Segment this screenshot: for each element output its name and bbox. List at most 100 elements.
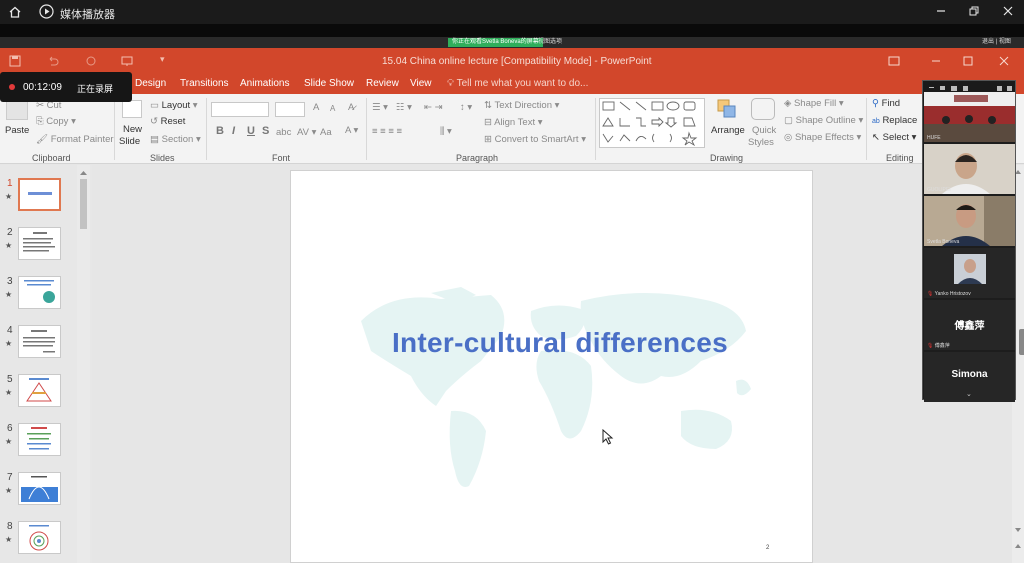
shape-fill-button[interactable]: ◈ Shape Fill ▾ [784, 98, 844, 109]
strikethrough-icon[interactable]: abc [276, 127, 291, 138]
shape-outline-button[interactable]: ▢ Shape Outline ▾ [784, 115, 863, 126]
slide-thumbnail[interactable]: 3 ★ [0, 276, 78, 320]
participant-tile[interactable]: Svetla Boneva [924, 196, 1015, 246]
animation-star-icon: ★ [5, 388, 13, 397]
slide-thumbnail[interactable]: 6 ★ [0, 423, 78, 467]
slide-thumbnail[interactable]: 5 ★ [0, 374, 78, 418]
change-case-button[interactable]: Aa [320, 127, 332, 138]
arrange-button[interactable]: Arrange [711, 125, 745, 136]
ppt-close-icon[interactable] [998, 55, 1010, 67]
view-options-button[interactable]: 视图选项 [538, 38, 562, 47]
columns-icon[interactable]: ⫼ ▾ [440, 126, 452, 137]
quick-styles-button[interactable]: Quick [752, 125, 776, 136]
redo-icon[interactable] [84, 54, 98, 68]
ppt-restore-icon[interactable] [962, 55, 974, 67]
line-spacing-icon[interactable]: ↕ ▾ [460, 102, 472, 113]
ppt-minimize-icon[interactable] [930, 55, 942, 67]
clear-formatting-icon[interactable]: A̷ [348, 102, 354, 113]
slide-thumbnail[interactable]: 2 ★ [0, 227, 78, 271]
slide-thumbnail[interactable]: 7 ★ [0, 472, 78, 516]
indent-icons[interactable]: ⇤ ⇥ [424, 102, 443, 113]
drawing-group-label: Drawing [710, 153, 744, 163]
shapes-gallery[interactable] [599, 98, 705, 148]
char-spacing-icon[interactable]: AV ▾ [297, 127, 316, 138]
find-button[interactable]: ⚲ Find [872, 98, 900, 109]
shrink-font-button[interactable]: A [330, 104, 335, 113]
shape-effects-button[interactable]: ◎ Shape Effects ▾ [784, 132, 861, 143]
underline-button[interactable]: U [247, 125, 255, 137]
arrange-icon[interactable] [716, 98, 738, 120]
bold-button[interactable]: B [216, 125, 224, 137]
slide-thumbnail[interactable]: 8 ★ [0, 521, 78, 563]
current-slide[interactable]: Inter-cultural differences 2 [290, 170, 813, 563]
tab-design[interactable]: Design [135, 78, 166, 89]
panel-collapse-handle[interactable] [1019, 329, 1024, 355]
participant-tile[interactable]: 傅鑫萍 🎙︎ 傅鑫萍 [924, 300, 1015, 350]
slides-group-label: Slides [150, 153, 175, 163]
tab-view[interactable]: View [410, 78, 432, 89]
restore-icon[interactable] [967, 4, 981, 18]
quick-styles-icon[interactable] [751, 98, 775, 120]
grow-font-button[interactable]: A [313, 102, 319, 113]
participant-name: HUFE [927, 135, 941, 141]
slide-thumbnail[interactable]: 1 ★ [0, 178, 78, 222]
new-slide-button-2[interactable]: Slide [119, 136, 140, 147]
italic-button[interactable]: I [232, 125, 235, 137]
copy-button[interactable]: ⎘ Copy ▾ [36, 116, 76, 127]
home-icon[interactable] [8, 5, 22, 19]
media-player-title: 媒体播放器 [60, 9, 115, 21]
font-group-label: Font [272, 153, 291, 163]
section-button[interactable]: ▤ Section ▾ [150, 134, 201, 145]
tab-animations[interactable]: Animations [240, 78, 289, 89]
editing-group-label: Editing [886, 153, 914, 163]
select-icon: ↖ [872, 132, 880, 143]
slide-title[interactable]: Inter-cultural differences [291, 327, 829, 359]
participant-tile[interactable]: 🎙︎ Yanko Hristozov [924, 248, 1015, 298]
thumbnails-scrollbar[interactable] [77, 165, 90, 563]
chevron-down-icon[interactable]: ⌄ [966, 390, 972, 398]
font-color-icon[interactable]: A ▾ [345, 125, 358, 136]
align-icons[interactable]: ≡ ≡ ≡ ≡ [372, 126, 402, 137]
participant-display-name: 傅鑫萍 [954, 321, 985, 332]
close-icon[interactable] [1001, 4, 1015, 18]
participant-tile[interactable]: HUFE [924, 92, 1015, 142]
clipboard-group-label: Clipboard [32, 153, 71, 163]
convert-smartart-button[interactable]: ⊞ Convert to SmartArt ▾ [484, 134, 586, 145]
participants-panel-controls[interactable] [923, 81, 1015, 92]
group-divider [595, 98, 596, 160]
start-from-beginning-icon[interactable] [120, 54, 134, 68]
scrollbar-thumb[interactable] [80, 179, 87, 229]
tab-transitions[interactable]: Transitions [180, 78, 229, 89]
slide-thumbnail[interactable]: 4 ★ [0, 325, 78, 369]
align-text-button[interactable]: ⊟ Align Text ▾ [484, 117, 543, 128]
tell-me-box[interactable]: 💡︎ Tell me what you want to do... [447, 78, 588, 89]
numbering-icon[interactable]: ☷ ▾ [396, 102, 412, 113]
meeting-right-controls[interactable]: 退出 | 视图 [982, 38, 1011, 47]
replace-button[interactable]: ab Replace [872, 115, 917, 126]
tab-review[interactable]: Review [366, 78, 399, 89]
quick-styles-button-2[interactable]: Styles [748, 137, 774, 148]
customize-toolbar-icon[interactable]: ▾ [160, 54, 174, 68]
font-size-input[interactable] [275, 102, 305, 117]
participant-tile[interactable]: GUOLIPEI [924, 144, 1015, 194]
new-slide-icon[interactable] [122, 100, 142, 118]
bullets-icon[interactable]: ☰ ▾ [372, 102, 388, 113]
ribbon-display-options-icon[interactable] [888, 55, 900, 67]
group-divider [366, 98, 367, 160]
reset-button[interactable]: ↺ Reset [150, 116, 185, 127]
paste-button[interactable]: Paste [5, 125, 29, 136]
text-direction-button[interactable]: ⇅ Text Direction ▾ [484, 100, 559, 111]
minimize-icon[interactable] [934, 4, 948, 18]
undo-icon[interactable] [46, 54, 60, 68]
format-painter-button[interactable]: 🖌︎ Format Painter [36, 134, 114, 145]
layout-button[interactable]: ▭ Layout ▾ [150, 100, 198, 111]
tab-slide-show[interactable]: Slide Show [304, 78, 354, 89]
save-icon[interactable] [8, 54, 22, 68]
recording-indicator[interactable]: 00:12:09 正在录屏 [0, 72, 132, 102]
new-slide-button[interactable]: New [123, 124, 142, 135]
text-shadow-button[interactable]: S [262, 125, 269, 137]
font-name-input[interactable] [211, 102, 269, 117]
media-player-app-icon [39, 4, 54, 19]
select-button[interactable]: ↖ Select ▾ [872, 132, 916, 143]
animation-star-icon: ★ [5, 241, 13, 250]
